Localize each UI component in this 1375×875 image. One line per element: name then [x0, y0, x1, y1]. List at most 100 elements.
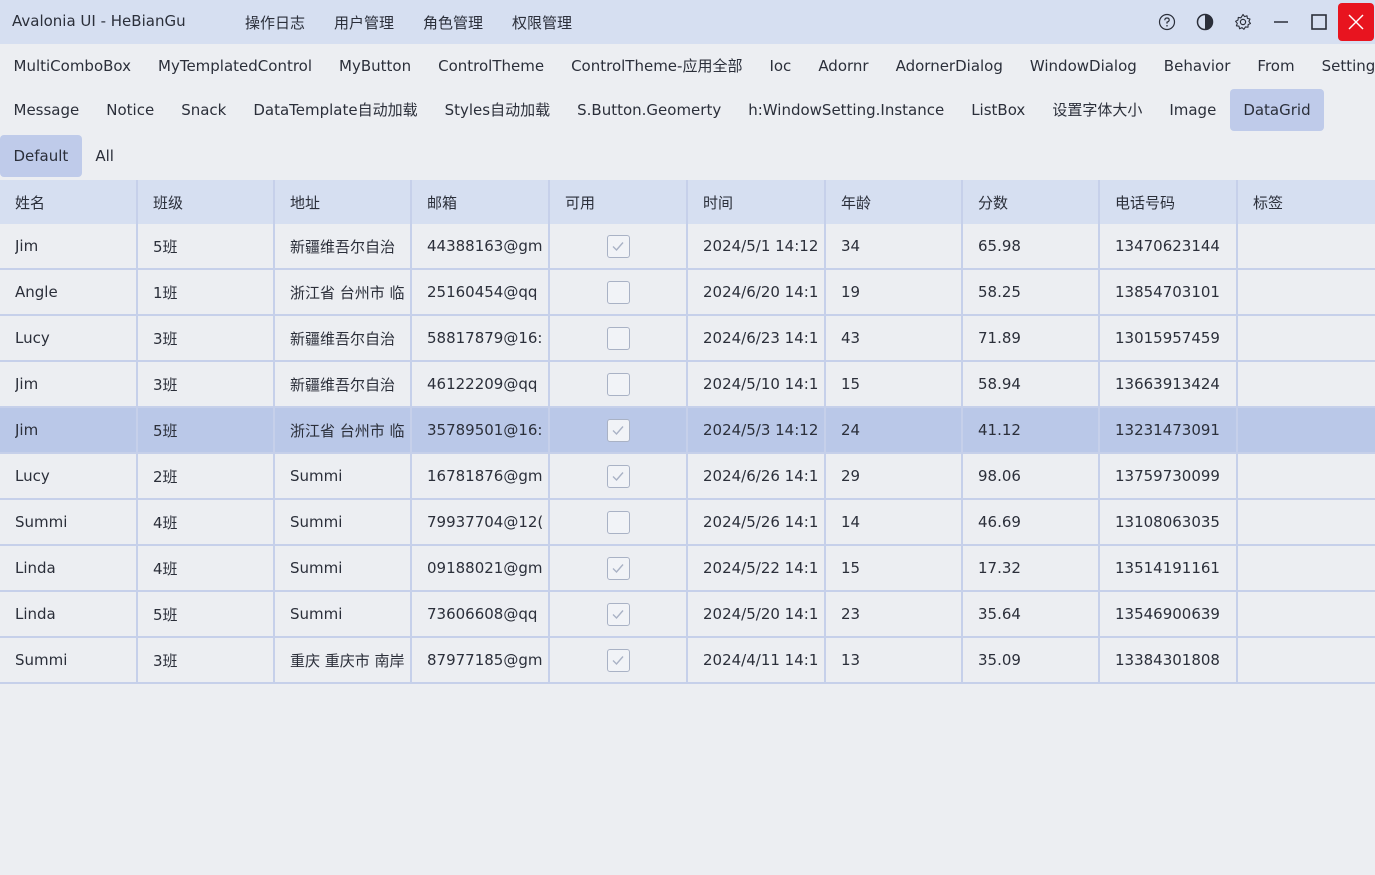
- cell-class[interactable]: 3班: [138, 362, 275, 406]
- cell-tag[interactable]: [1238, 454, 1375, 498]
- cell-phone[interactable]: 13015957459: [1100, 316, 1238, 360]
- cell-phone[interactable]: 13470623144: [1100, 224, 1238, 268]
- cell-time[interactable]: 2024/5/20 14:1: [688, 592, 826, 636]
- minimize-button[interactable]: [1262, 2, 1300, 42]
- cell-phone[interactable]: 13514191161: [1100, 546, 1238, 590]
- cell-enabled[interactable]: [550, 546, 688, 590]
- cell-score[interactable]: 98.06: [963, 454, 1100, 498]
- cell-email[interactable]: 35789501@16:: [412, 408, 550, 452]
- table-row[interactable]: Jim 5班 新疆维吾尔自治 44388163@gm 2024/5/1 14:12 34 6…: [0, 224, 1375, 270]
- cell-name[interactable]: Jim: [0, 362, 138, 406]
- nav-item-windowsetting-instance[interactable]: h:WindowSetting.Instance: [735, 89, 958, 131]
- cell-address[interactable]: 新疆维吾尔自治: [275, 316, 412, 360]
- theme-toggle-button[interactable]: [1186, 2, 1224, 42]
- enabled-checkbox[interactable]: [606, 510, 630, 534]
- cell-address[interactable]: 浙江省 台州市 临: [275, 270, 412, 314]
- close-button[interactable]: [1338, 3, 1374, 41]
- column-header-score[interactable]: 分数: [963, 180, 1100, 224]
- cell-tag[interactable]: [1238, 270, 1375, 314]
- cell-name[interactable]: Linda: [0, 592, 138, 636]
- cell-tag[interactable]: [1238, 592, 1375, 636]
- cell-email[interactable]: 16781876@gm: [412, 454, 550, 498]
- nav-item-controltheme[interactable]: ControlTheme: [425, 45, 558, 87]
- cell-phone[interactable]: 13854703101: [1100, 270, 1238, 314]
- cell-address[interactable]: Summi: [275, 454, 412, 498]
- tab-all[interactable]: All: [82, 135, 128, 177]
- cell-class[interactable]: 3班: [138, 638, 275, 682]
- column-header-email[interactable]: 邮箱: [412, 180, 550, 224]
- enabled-checkbox[interactable]: [606, 556, 630, 580]
- nav-item-styles-autoload[interactable]: Styles自动加载: [431, 89, 564, 131]
- cell-email[interactable]: 58817879@16:: [412, 316, 550, 360]
- cell-name[interactable]: Summi: [0, 638, 138, 682]
- column-header-class[interactable]: 班级: [138, 180, 275, 224]
- cell-score[interactable]: 58.25: [963, 270, 1100, 314]
- cell-score[interactable]: 35.09: [963, 638, 1100, 682]
- cell-age[interactable]: 13: [826, 638, 963, 682]
- cell-age[interactable]: 34: [826, 224, 963, 268]
- cell-phone[interactable]: 13384301808: [1100, 638, 1238, 682]
- nav-item-button-geometry[interactable]: S.Button.Geomerty: [564, 89, 735, 131]
- cell-age[interactable]: 15: [826, 362, 963, 406]
- menu-item-permission-management[interactable]: 权限管理: [512, 12, 572, 33]
- column-header-time[interactable]: 时间: [688, 180, 826, 224]
- nav-item-mytemplatedcontrol[interactable]: MyTemplatedControl: [145, 45, 326, 87]
- cell-email[interactable]: 44388163@gm: [412, 224, 550, 268]
- nav-item-notice[interactable]: Notice: [93, 89, 168, 131]
- cell-time[interactable]: 2024/5/3 14:12: [688, 408, 826, 452]
- cell-name[interactable]: Linda: [0, 546, 138, 590]
- enabled-checkbox[interactable]: [606, 418, 630, 442]
- cell-phone[interactable]: 13663913424: [1100, 362, 1238, 406]
- nav-item-message[interactable]: Message: [0, 89, 93, 131]
- cell-address[interactable]: 重庆 重庆市 南岸: [275, 638, 412, 682]
- cell-score[interactable]: 17.32: [963, 546, 1100, 590]
- cell-tag[interactable]: [1238, 638, 1375, 682]
- cell-time[interactable]: 2024/5/26 14:1: [688, 500, 826, 544]
- nav-item-datagrid[interactable]: DataGrid: [1229, 89, 1325, 131]
- enabled-checkbox[interactable]: [606, 234, 630, 258]
- table-row[interactable]: Linda 5班 Summi 73606608@qq 2024/5/20 14:1 23 3…: [0, 592, 1375, 638]
- cell-score[interactable]: 35.64: [963, 592, 1100, 636]
- maximize-button[interactable]: [1300, 2, 1338, 42]
- enabled-checkbox[interactable]: [606, 602, 630, 626]
- cell-email[interactable]: 87977185@gm: [412, 638, 550, 682]
- cell-name[interactable]: Summi: [0, 500, 138, 544]
- menu-item-operation-log[interactable]: 操作日志: [245, 12, 305, 33]
- table-row[interactable]: Summi 4班 Summi 79937704@12(2024/5/26 14:1 14…: [0, 500, 1375, 546]
- cell-time[interactable]: 2024/5/1 14:12: [688, 224, 826, 268]
- settings-button[interactable]: [1224, 2, 1262, 42]
- cell-time[interactable]: 2024/5/10 14:1: [688, 362, 826, 406]
- cell-class[interactable]: 1班: [138, 270, 275, 314]
- cell-enabled[interactable]: [550, 592, 688, 636]
- cell-address[interactable]: Summi: [275, 500, 412, 544]
- cell-class[interactable]: 3班: [138, 316, 275, 360]
- cell-time[interactable]: 2024/6/20 14:1: [688, 270, 826, 314]
- cell-enabled[interactable]: [550, 454, 688, 498]
- cell-phone[interactable]: 13546900639: [1100, 592, 1238, 636]
- cell-enabled[interactable]: [550, 500, 688, 544]
- table-row[interactable]: Lucy 2班 Summi 16781876@gm 2024/6/26 14:1 29 98…: [0, 454, 1375, 500]
- nav-item-multicombobox[interactable]: MultiComboBox: [0, 45, 145, 87]
- cell-time[interactable]: 2024/5/22 14:1: [688, 546, 826, 590]
- cell-name[interactable]: Angle: [0, 270, 138, 314]
- cell-enabled[interactable]: [550, 316, 688, 360]
- cell-age[interactable]: 15: [826, 546, 963, 590]
- help-button[interactable]: [1148, 2, 1186, 42]
- column-header-phone[interactable]: 电话号码: [1100, 180, 1238, 224]
- nav-item-setting[interactable]: Setting: [1308, 45, 1375, 87]
- cell-name[interactable]: Jim: [0, 408, 138, 452]
- table-row[interactable]: Angle 1班 浙江省 台州市 临 25160454@qq 2024/6/20 14:…: [0, 270, 1375, 316]
- nav-item-image[interactable]: Image: [1156, 89, 1230, 131]
- cell-age[interactable]: 24: [826, 408, 963, 452]
- cell-class[interactable]: 4班: [138, 500, 275, 544]
- cell-age[interactable]: 19: [826, 270, 963, 314]
- cell-email[interactable]: 73606608@qq: [412, 592, 550, 636]
- cell-score[interactable]: 58.94: [963, 362, 1100, 406]
- tab-default[interactable]: Default: [0, 135, 82, 177]
- enabled-checkbox[interactable]: [606, 280, 630, 304]
- table-row[interactable]: Jim 3班 新疆维吾尔自治 46122209@qq 2024/5/10 14:1 15 5…: [0, 362, 1375, 408]
- cell-age[interactable]: 43: [826, 316, 963, 360]
- nav-item-snack[interactable]: Snack: [168, 89, 240, 131]
- column-header-tag[interactable]: 标签: [1238, 180, 1375, 224]
- cell-tag[interactable]: [1238, 224, 1375, 268]
